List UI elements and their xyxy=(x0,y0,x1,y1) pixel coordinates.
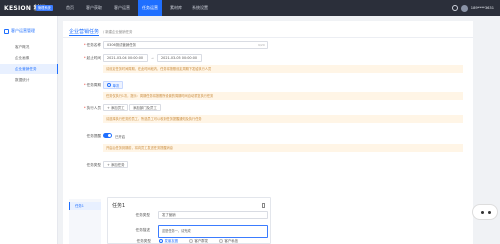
time-label: *起止时间 xyxy=(83,56,101,60)
task-tab-1[interactable]: 任务1 xyxy=(69,202,101,210)
sidebar-group-label: 客户运营管理 xyxy=(11,28,35,33)
top-nav: KESION 科汛 管理系统 首页 客户获取 客户运营 任务运营 素材库 系统设… xyxy=(0,0,500,16)
task-panel: 任务1 任务类型 发了营销 任务描述 这是任务一，请完成 xyxy=(107,197,271,244)
nav-item-materials[interactable]: 素材库 xyxy=(166,0,186,16)
main-content: 企业营销任务 / 新建企业营销任务 *任务名称 0306测试营销任务 9/20 … xyxy=(63,21,473,244)
cycle-tip: 任务仅执行1次，提示：周期任务将按照所设置的周期时间自动重复执行任务 xyxy=(103,92,463,100)
start-time-input[interactable]: 2021-03-04 00:00:00 xyxy=(103,54,148,62)
task-desc-label: 任务描述 xyxy=(135,228,150,232)
nav-item-task-ops[interactable]: 任务运营 xyxy=(138,0,162,16)
radio-checked-icon xyxy=(107,83,111,87)
app-logo-tag: 管理系统 xyxy=(36,5,53,11)
trash-icon[interactable] xyxy=(261,203,265,208)
sidebar-item-profile[interactable]: 企业画像 xyxy=(0,53,58,63)
nav-item-customer-ops[interactable]: 客户运营 xyxy=(110,0,134,16)
method-option-group-send[interactable]: 客户群发 xyxy=(189,238,208,243)
user-area: 189****3631 xyxy=(451,4,494,12)
page-title: 企业营销任务 xyxy=(69,29,100,35)
eye-icon xyxy=(481,211,484,214)
sidebar-item-statistics[interactable]: 数据统计 xyxy=(0,75,58,85)
task-type-field-label: 任务类型 xyxy=(135,213,150,217)
sidebar: 客户运营管理 客户概况 企业画像 企业营销任务 数据统计 xyxy=(0,16,58,244)
nav-item-home[interactable]: 首页 xyxy=(62,0,78,16)
radio-checked-icon xyxy=(159,238,163,243)
radio-unchecked-icon xyxy=(219,238,223,243)
reminder-state-label: 已开启 xyxy=(115,135,126,139)
task-name-label: *任务名称 xyxy=(83,43,101,47)
task-cycle-label: *任务周期 xyxy=(83,83,101,87)
task-method-label: 任务类型 xyxy=(136,239,151,243)
task-type-label: 任务类型 xyxy=(86,163,101,167)
time-separator: → xyxy=(151,56,154,60)
sidebar-group-customer-ops[interactable]: 客户运营管理 xyxy=(0,26,58,36)
header-divider xyxy=(63,37,473,38)
task-name-counter: 9/20 xyxy=(258,43,265,47)
nav-item-settings[interactable]: 系统设置 xyxy=(188,0,212,16)
reminder-label: 任务提醒 xyxy=(86,134,101,138)
avatar[interactable] xyxy=(460,4,468,12)
nav-item-acquisition[interactable]: 客户获取 xyxy=(82,0,106,16)
bell-icon[interactable] xyxy=(451,5,458,11)
cycle-option-once[interactable]: 单次 xyxy=(103,81,124,89)
grid-icon xyxy=(4,28,9,34)
radio-unchecked-icon xyxy=(189,238,193,243)
sidebar-item-overview[interactable]: 客户概况 xyxy=(0,42,58,52)
task-title: 任务1 xyxy=(112,203,126,209)
reminder-toggle[interactable] xyxy=(103,133,112,138)
title-underline xyxy=(69,35,99,36)
add-employee-button[interactable]: + 添加员工 xyxy=(103,104,129,111)
end-time-input[interactable]: 2021-03-05 00:00:00 xyxy=(157,54,202,62)
add-task-button[interactable]: + 添加任务 xyxy=(103,161,129,168)
task-type-input[interactable]: 发了营销 xyxy=(158,211,268,219)
floating-helper-widget[interactable] xyxy=(472,204,498,220)
breadcrumb: / 新建企业营销任务 xyxy=(103,30,133,34)
task-desc-textarea[interactable]: 这是任务一，请完成 xyxy=(158,225,268,238)
sidebar-item-marketing-task[interactable]: 企业营销任务 xyxy=(0,64,58,74)
user-name[interactable]: 189****3631 xyxy=(471,6,494,10)
task-name-input[interactable]: 0306测试营销任务 xyxy=(103,41,268,49)
method-option-private-msg[interactable]: 客户私信 xyxy=(219,238,238,243)
eye-icon xyxy=(488,211,491,214)
time-tip: 请设定任务时间周期，在此时间段内，任务将按照设定周期下发给执行人员 xyxy=(103,65,463,73)
executor-label: *执行人员 xyxy=(83,106,101,110)
executor-tip: 请选择执行任务的员工，所选员工可以收到任务提醒通知及执行任务 xyxy=(103,115,463,123)
add-department-button[interactable]: 添加部门及员工 xyxy=(129,104,161,111)
method-option-moments[interactable]: 发朋友圈 xyxy=(159,238,178,243)
reminder-tip: 开启后任务到期前，将向员工发送任务提醒消息 xyxy=(103,144,463,152)
task-tab-list: 任务1 xyxy=(69,199,101,244)
